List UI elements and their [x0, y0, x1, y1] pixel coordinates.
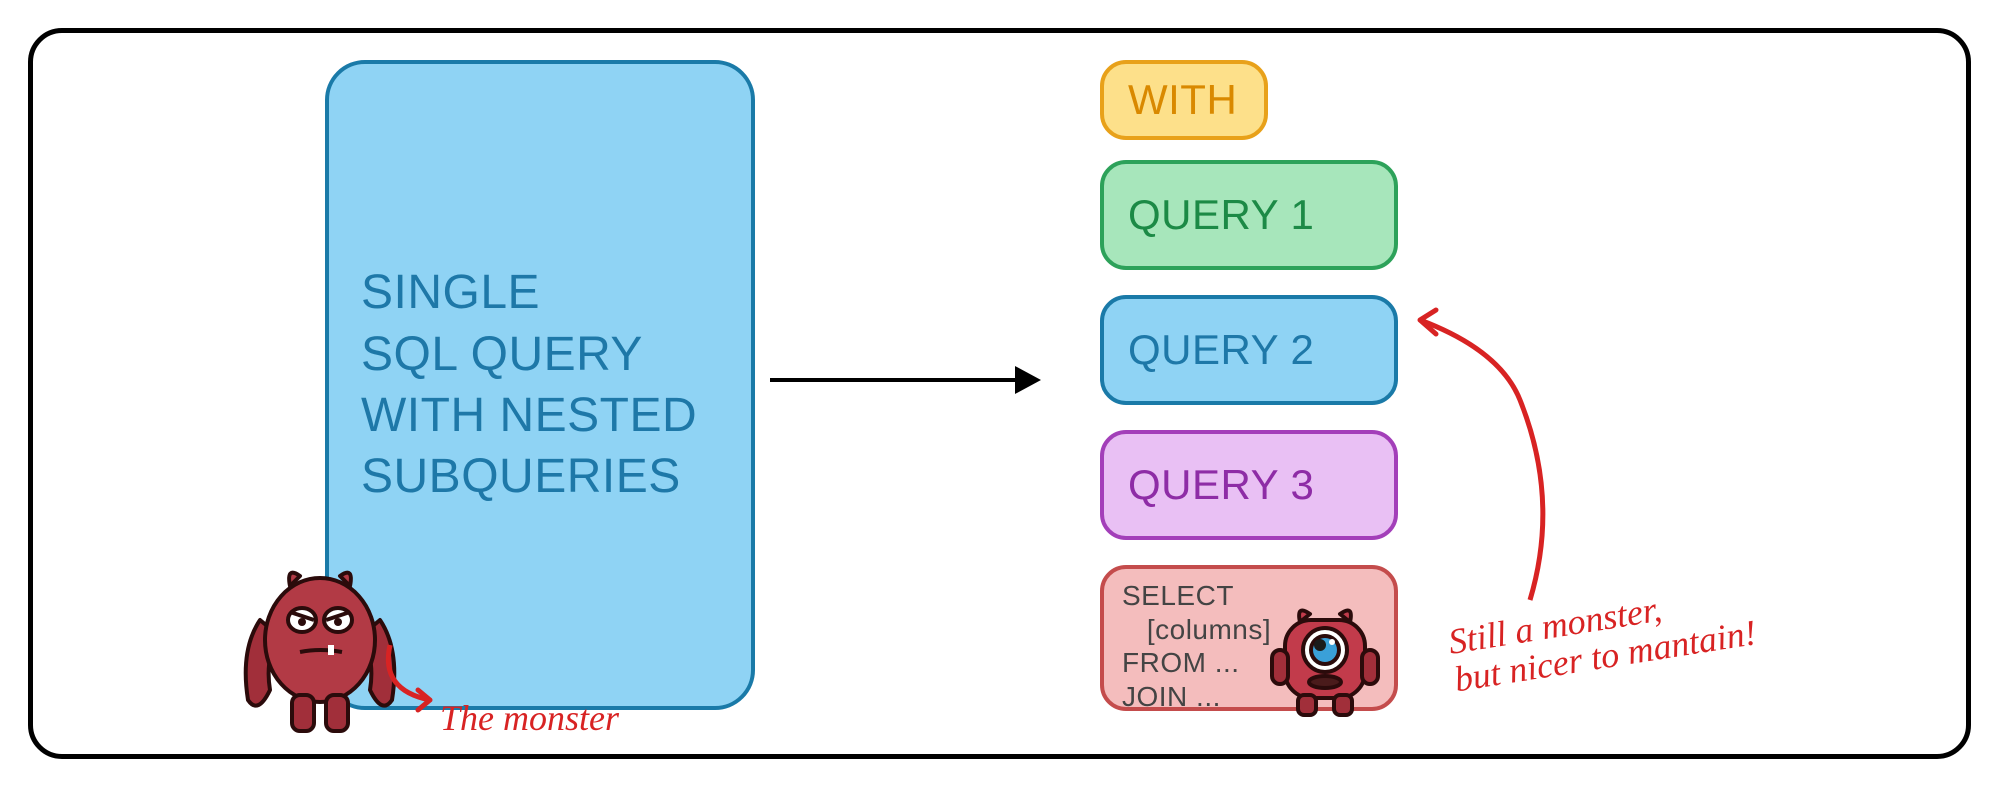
with-block: WITH: [1100, 60, 1268, 140]
query-3-block: QUERY 3: [1100, 430, 1398, 540]
query-1-block: QUERY 1: [1100, 160, 1398, 270]
query-3-label: QUERY 3: [1128, 461, 1314, 509]
query-2-label: QUERY 2: [1128, 326, 1314, 374]
center-arrow-line: [770, 378, 1020, 382]
diagram-canvas: SINGLE SQL QUERY WITH NESTED SUBQUERIES: [0, 0, 1999, 787]
single-query-text: SINGLE SQL QUERY WITH NESTED SUBQUERIES: [361, 262, 697, 508]
query-1-label: QUERY 1: [1128, 191, 1314, 239]
monster-big-icon: [230, 540, 410, 740]
query-2-block: QUERY 2: [1100, 295, 1398, 405]
select-text: SELECT [columns] FROM ... JOIN ...: [1122, 579, 1271, 713]
center-arrow-head-icon: [1015, 366, 1041, 394]
with-label: WITH: [1128, 76, 1237, 124]
annotation-the-monster: The monster: [440, 700, 619, 738]
monster-small-icon: [1260, 580, 1390, 720]
